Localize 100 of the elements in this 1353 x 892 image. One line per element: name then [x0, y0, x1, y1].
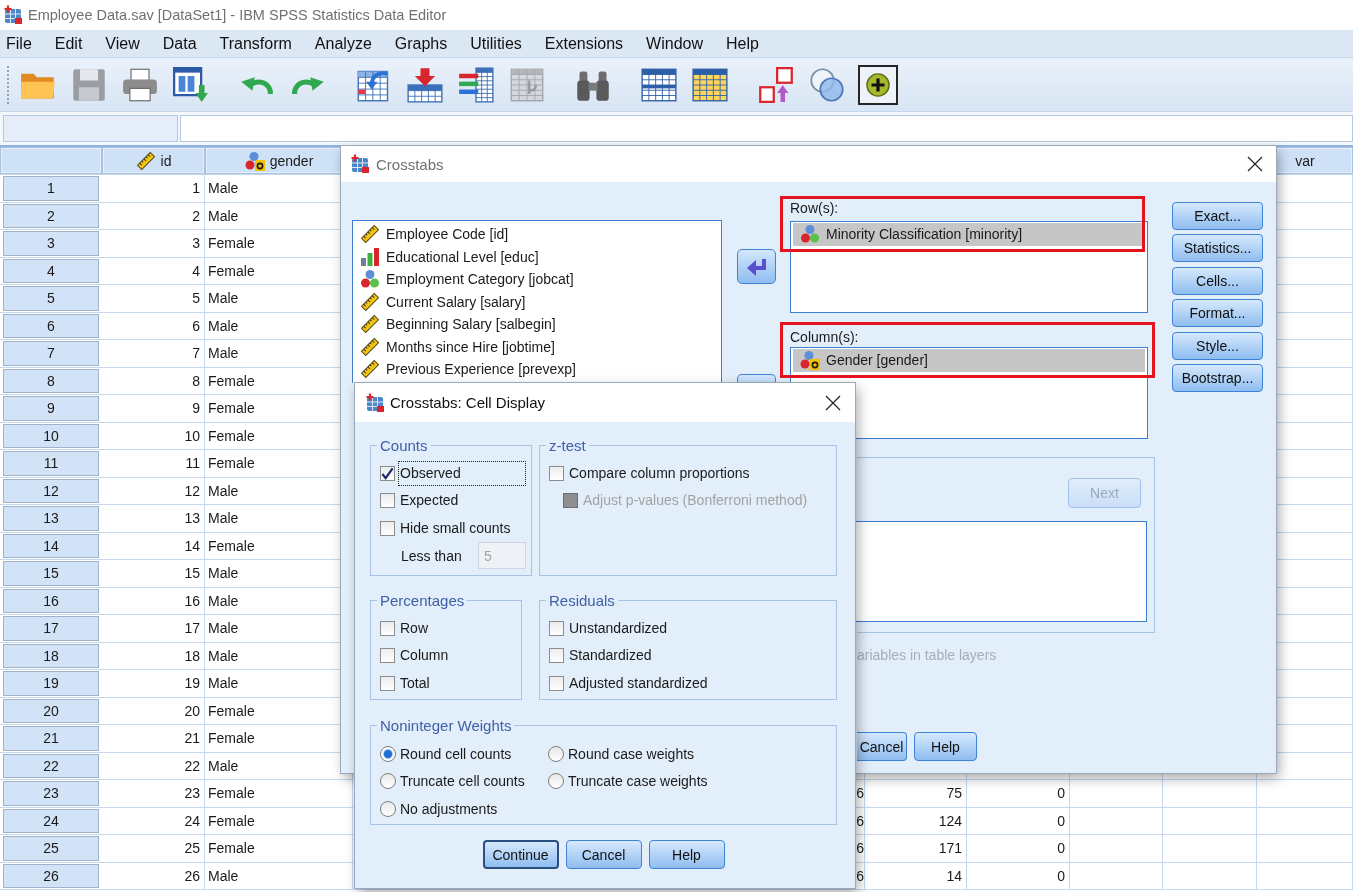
dialog-button[interactable]: Statistics... — [1172, 234, 1263, 263]
row-header[interactable]: 20 — [3, 698, 99, 723]
row-header[interactable]: 15 — [3, 561, 99, 586]
row-header[interactable]: 26 — [3, 863, 99, 888]
row-header[interactable]: 25 — [3, 836, 99, 861]
list-item[interactable]: Current Salary [salary] — [353, 290, 721, 313]
menu-item[interactable]: Utilities — [466, 31, 526, 56]
label-swap-icon — [758, 66, 794, 103]
dialog-button[interactable]: Help — [648, 840, 725, 869]
row-header[interactable]: 8 — [3, 368, 99, 393]
column-header[interactable]: id — [102, 147, 205, 174]
row-header[interactable]: 4 — [3, 258, 99, 283]
row-header[interactable]: 14 — [3, 533, 99, 558]
menu-item[interactable]: Data — [158, 31, 201, 56]
radio-button[interactable] — [548, 773, 564, 790]
row-header[interactable]: 16 — [3, 588, 99, 613]
checkbox[interactable] — [380, 520, 395, 536]
row-header[interactable]: 1 — [3, 176, 99, 201]
row-header[interactable]: 6 — [3, 313, 99, 338]
radio-label[interactable]: No adjustments — [400, 800, 498, 817]
list-item[interactable]: Employment Category [jobcat] — [353, 268, 721, 291]
list-item[interactable]: Gender [gender] — [793, 349, 1145, 372]
checkbox-label[interactable]: Total — [398, 670, 432, 696]
cell-name-field[interactable] — [3, 115, 178, 142]
checkbox[interactable] — [380, 493, 395, 509]
row-header[interactable]: 7 — [3, 341, 99, 366]
row-header[interactable]: 18 — [3, 643, 99, 668]
table-cell: 13 — [102, 505, 205, 532]
list-item[interactable]: Previous Experience [prevexp] — [353, 358, 721, 381]
radio-button[interactable] — [380, 773, 396, 790]
row-header[interactable]: 9 — [3, 396, 99, 421]
list-item[interactable]: Educational Level [educ] — [353, 245, 721, 268]
toolbar-button[interactable] — [858, 64, 898, 105]
checkbox-label[interactable]: Compare column proportions — [567, 461, 752, 487]
menu-item[interactable]: Transform — [215, 31, 296, 56]
menu-item[interactable]: Extensions — [540, 31, 628, 56]
group-title: Percentages — [379, 592, 466, 609]
radio-button[interactable] — [380, 745, 396, 762]
checkbox[interactable] — [549, 466, 564, 482]
table-cell: Female — [205, 780, 353, 807]
row-header[interactable]: 10 — [3, 423, 99, 448]
row-header[interactable]: 13 — [3, 506, 99, 531]
row-header[interactable]: 22 — [3, 753, 99, 778]
dialog-button[interactable]: Style... — [1172, 331, 1263, 360]
group-title: Noninteger Weights — [379, 717, 513, 734]
row-header[interactable]: 17 — [3, 616, 99, 641]
row-header[interactable]: 12 — [3, 478, 99, 503]
checkbox-label[interactable]: Hide small counts — [398, 515, 513, 541]
checkbox-label[interactable]: Adjusted standardized — [567, 670, 710, 696]
row-header[interactable]: 19 — [3, 671, 99, 696]
list-item[interactable]: Beginning Salary [salbegin] — [353, 313, 721, 336]
menu-item[interactable]: Graphs — [390, 31, 452, 56]
table-cell: 25 — [102, 835, 205, 862]
checkbox[interactable] — [380, 466, 395, 482]
row-header[interactable]: 3 — [3, 231, 99, 256]
checkbox[interactable] — [380, 675, 395, 691]
checkbox[interactable] — [549, 675, 564, 691]
radio-label[interactable]: Truncate case weights — [568, 773, 708, 790]
checkbox-label[interactable]: Column — [398, 643, 451, 669]
menu-item[interactable]: View — [101, 31, 144, 56]
cell-value-field[interactable] — [180, 115, 1353, 142]
dialog-button[interactable]: Bootstrap... — [1172, 363, 1263, 392]
checkbox-label[interactable]: Unstandardized — [567, 616, 670, 642]
radio-label[interactable]: Round cell counts — [400, 745, 512, 762]
dialog-button[interactable]: Cancel — [565, 840, 642, 869]
radio-label[interactable]: Truncate cell counts — [400, 773, 525, 790]
row-header[interactable]: 24 — [3, 808, 99, 833]
menu-item[interactable]: Window — [642, 31, 707, 56]
list-item[interactable]: Employee Code [id] — [353, 223, 721, 246]
menu-item[interactable]: Edit — [50, 31, 87, 56]
row-header[interactable]: 2 — [3, 203, 99, 228]
checkbox[interactable] — [380, 621, 395, 637]
dialog-button[interactable]: Exact... — [1172, 202, 1263, 230]
radio-button[interactable] — [380, 800, 396, 817]
menu-item[interactable]: Help — [722, 31, 763, 56]
checkbox-label[interactable]: Standardized — [567, 643, 654, 669]
dialog-button[interactable]: Format... — [1172, 299, 1263, 328]
checkbox-label[interactable]: Observed — [398, 461, 526, 487]
checkbox-label[interactable]: Expected — [398, 488, 461, 514]
checkbox[interactable] — [549, 621, 564, 637]
checkbox[interactable] — [549, 648, 564, 664]
radio-label[interactable]: Round case weights — [568, 745, 695, 762]
radio-button[interactable] — [548, 745, 564, 762]
list-item[interactable]: Minority Classification [minority] — [793, 223, 1145, 246]
dialog-button[interactable]: Continue — [482, 840, 559, 869]
row-header[interactable]: 23 — [3, 781, 99, 806]
dialog-button[interactable]: Cancel — [857, 732, 907, 761]
row-header[interactable]: 11 — [3, 451, 99, 476]
row-header[interactable]: 21 — [3, 726, 99, 751]
move-button[interactable] — [737, 249, 776, 284]
checkbox[interactable] — [380, 648, 395, 664]
menu-item[interactable]: Analyze — [310, 31, 376, 56]
dialog-button[interactable]: Cells... — [1172, 266, 1263, 295]
table-icon — [641, 66, 677, 103]
menu-item[interactable]: File — [2, 31, 36, 56]
checkbox-label[interactable]: Row — [398, 616, 430, 642]
row-header[interactable]: 5 — [3, 286, 99, 311]
list-item[interactable]: Months since Hire [jobtime] — [353, 335, 721, 358]
grip-icon[interactable] — [6, 64, 10, 105]
dialog-button[interactable]: Help — [914, 732, 977, 761]
